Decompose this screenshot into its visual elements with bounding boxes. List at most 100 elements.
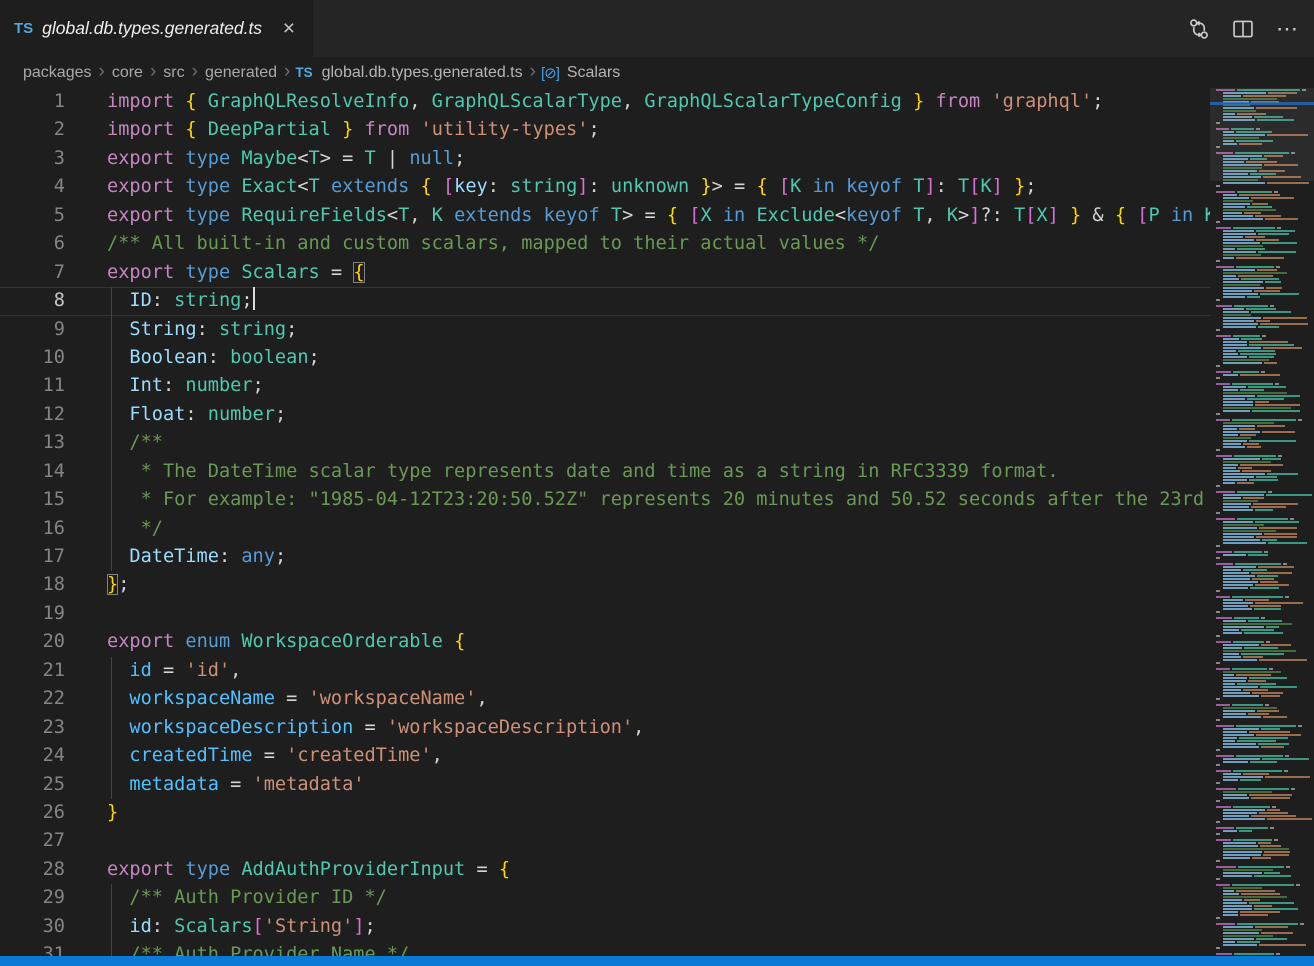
code-line[interactable]: 14 * The DateTime scalar type represents…	[0, 458, 1210, 486]
code-line[interactable]: 8 ID: string;	[0, 287, 1210, 315]
breadcrumb-item-core[interactable]: core	[110, 64, 145, 82]
minimap-segment	[1216, 800, 1220, 802]
code-line[interactable]: 1import { GraphQLResolveInfo, GraphQLSca…	[0, 88, 1210, 116]
breadcrumb-item-generated[interactable]: generated	[203, 64, 279, 82]
code-line[interactable]: 11 Int: number;	[0, 372, 1210, 400]
code-line[interactable]: 31 /** Auth Provider Name */	[0, 941, 1210, 956]
line-number[interactable]: 22	[0, 685, 65, 713]
minimap[interactable]	[1210, 88, 1314, 956]
line-number[interactable]: 25	[0, 771, 65, 799]
code-line[interactable]: 16 */	[0, 515, 1210, 543]
code-line[interactable]: 22 workspaceName = 'workspaceName',	[0, 685, 1210, 713]
line-number[interactable]: 2	[0, 116, 65, 144]
minimap-row	[1216, 617, 1312, 619]
line-number[interactable]: 21	[0, 657, 65, 685]
code-line[interactable]: 20export enum WorkspaceOrderable {	[0, 628, 1210, 656]
line-number[interactable]: 27	[0, 827, 65, 855]
code-line[interactable]: 4export type Exact<T extends { [key: str…	[0, 173, 1210, 201]
minimap-segment	[1223, 734, 1254, 736]
code-line[interactable]: 13 /**	[0, 429, 1210, 457]
code-token: type	[185, 262, 230, 283]
code-line[interactable]: 23 workspaceDescription = 'workspaceDesc…	[0, 714, 1210, 742]
line-number[interactable]: 15	[0, 486, 65, 514]
line-number[interactable]: 3	[0, 145, 65, 173]
breadcrumb-item-symbol[interactable]: Scalars	[565, 64, 622, 82]
code-line[interactable]: 24 createdTime = 'createdTime',	[0, 742, 1210, 770]
code-line[interactable]: 9 String: string;	[0, 316, 1210, 344]
line-number[interactable]: 23	[0, 714, 65, 742]
line-number[interactable]: 9	[0, 316, 65, 344]
line-number[interactable]: 31	[0, 941, 65, 956]
code-token: ;	[309, 347, 320, 368]
line-number[interactable]: 12	[0, 401, 65, 429]
line-number[interactable]: 30	[0, 913, 65, 941]
tab-close-icon[interactable]: ×	[279, 16, 299, 41]
minimap-row	[1216, 491, 1312, 493]
code-line[interactable]: 6/** All built-in and custom scalars, ma…	[0, 230, 1210, 258]
line-number[interactable]: 7	[0, 259, 65, 287]
breadcrumb-item-src[interactable]: src	[161, 64, 186, 82]
line-number[interactable]: 17	[0, 543, 65, 571]
line-number[interactable]: 18	[0, 571, 65, 599]
minimap-segment	[1243, 569, 1267, 571]
line-number[interactable]: 13	[0, 429, 65, 457]
breadcrumb-item-packages[interactable]: packages	[21, 64, 94, 82]
line-number[interactable]: 6	[0, 230, 65, 258]
chevron-right-icon: ›	[187, 61, 203, 83]
code-line[interactable]: 10 Boolean: boolean;	[0, 344, 1210, 372]
line-number[interactable]: 20	[0, 628, 65, 656]
line-number[interactable]: 29	[0, 884, 65, 912]
minimap-segment	[1223, 695, 1259, 697]
code-line[interactable]: 15 * For example: "1985-04-12T23:20:50.5…	[0, 486, 1210, 514]
line-number[interactable]: 28	[0, 856, 65, 884]
code-line[interactable]: 18};	[0, 571, 1210, 599]
line-number[interactable]: 24	[0, 742, 65, 770]
minimap-segment	[1216, 455, 1232, 457]
code-line[interactable]: 19	[0, 600, 1210, 628]
minimap-row	[1216, 584, 1312, 586]
code-line[interactable]: 12 Float: number;	[0, 401, 1210, 429]
code-token: ?:	[980, 205, 1014, 226]
code-line[interactable]: 25 metadata = 'metadata'	[0, 771, 1210, 799]
line-number[interactable]: 5	[0, 202, 65, 230]
minimap-row	[1216, 536, 1312, 538]
minimap-row	[1216, 374, 1312, 376]
line-number[interactable]: 19	[0, 600, 65, 628]
code-line[interactable]: 27	[0, 827, 1210, 855]
status-bar[interactable]	[0, 956, 1314, 966]
code-line[interactable]: 17 DateTime: any;	[0, 543, 1210, 571]
code-line[interactable]: 2import { DeepPartial } from 'utility-ty…	[0, 116, 1210, 144]
split-editor-button[interactable]	[1228, 14, 1258, 44]
minimap-row	[1216, 626, 1312, 628]
breadcrumb-item-file[interactable]: global.db.types.generated.ts	[320, 64, 525, 82]
code-line[interactable]: 28export type AddAuthProviderInput = {	[0, 856, 1210, 884]
line-number[interactable]: 11	[0, 372, 65, 400]
minimap-row	[1216, 755, 1312, 757]
tab-bar: TS global.db.types.generated.ts ×	[0, 0, 1314, 57]
minimap-segment	[1234, 953, 1275, 955]
code-line[interactable]: 7export type Scalars = {	[0, 259, 1210, 287]
code-line[interactable]: 21 id = 'id',	[0, 657, 1210, 685]
code-line[interactable]: 5export type RequireFields<T, K extends …	[0, 202, 1210, 230]
line-number[interactable]: 10	[0, 344, 65, 372]
tab-global-db-types-generated[interactable]: TS global.db.types.generated.ts ×	[0, 0, 313, 57]
code-line[interactable]: 29 /** Auth Provider ID */	[0, 884, 1210, 912]
minimap-segment	[1223, 890, 1234, 892]
line-number[interactable]: 14	[0, 458, 65, 486]
open-changes-button[interactable]	[1184, 14, 1214, 44]
code-line[interactable]: 26}	[0, 799, 1210, 827]
line-number[interactable]: 8	[0, 287, 65, 315]
line-number[interactable]: 4	[0, 173, 65, 201]
line-number[interactable]: 16	[0, 515, 65, 543]
line-number[interactable]: 26	[0, 799, 65, 827]
code-line[interactable]: 30 id: Scalars['String'];	[0, 913, 1210, 941]
minimap-segment	[1243, 443, 1259, 445]
minimap-segment	[1237, 191, 1272, 193]
minimap-segment	[1223, 776, 1263, 778]
code-token: Maybe	[241, 148, 297, 169]
minimap-segment	[1232, 704, 1262, 706]
line-number[interactable]: 1	[0, 88, 65, 116]
more-actions-button[interactable]: ⋯	[1272, 14, 1302, 44]
code-pane[interactable]: 1import { GraphQLResolveInfo, GraphQLSca…	[0, 88, 1210, 956]
code-line[interactable]: 3export type Maybe<T> = T | null;	[0, 145, 1210, 173]
